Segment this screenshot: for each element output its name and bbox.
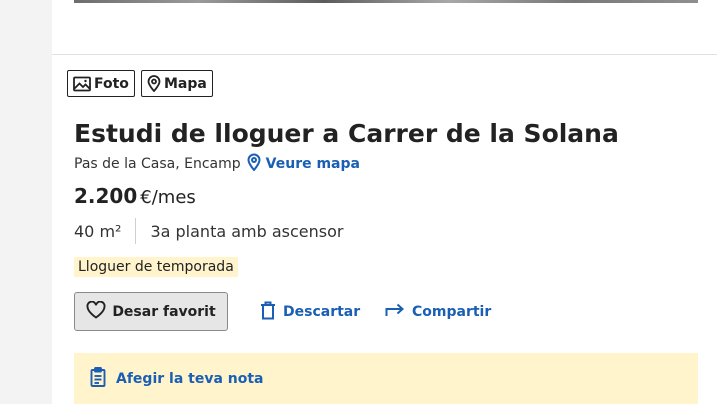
- view-map-label: Veure mapa: [265, 156, 360, 172]
- listing-tag: Lloguer de temporada: [74, 257, 238, 277]
- discard-label: Descartar: [283, 304, 361, 320]
- share-arrow-icon: [385, 303, 405, 321]
- divider: [52, 54, 717, 55]
- feature-area: 40 m²: [74, 221, 122, 241]
- add-note-button[interactable]: Afegir la teva nota: [74, 353, 698, 404]
- add-note-label: Afegir la teva nota: [116, 370, 264, 387]
- share-button[interactable]: Compartir: [385, 301, 491, 323]
- map-tab[interactable]: Mapa: [141, 70, 213, 97]
- map-tab-label: Mapa: [164, 75, 207, 92]
- feature-floor: 3a planta amb ascensor: [150, 221, 344, 241]
- location-text: Pas de la Casa, Encamp: [74, 156, 241, 172]
- listing-photo[interactable]: [74, 0, 698, 3]
- save-favorite-button[interactable]: Desar favorit: [74, 292, 228, 331]
- map-pin-icon: [247, 153, 261, 175]
- image-icon: [73, 76, 91, 92]
- listing-title[interactable]: Estudi de lloguer a Carrer de la Solana: [74, 119, 619, 148]
- photo-tab[interactable]: Foto: [67, 70, 135, 97]
- feature-separator: [135, 218, 137, 244]
- listing-price: 2.200 €/mes: [74, 184, 196, 208]
- save-favorite-label: Desar favorit: [112, 303, 216, 320]
- listing-location: Pas de la Casa, Encamp Veure mapa: [74, 153, 360, 175]
- price-unit: €/mes: [140, 187, 196, 208]
- discard-button[interactable]: Descartar: [260, 301, 360, 323]
- view-map-link[interactable]: Veure mapa: [247, 153, 360, 175]
- map-pin-icon: [147, 75, 161, 92]
- listing-card: Foto Mapa Estudi de lloguer a Carrer de …: [52, 0, 717, 404]
- photo-tab-label: Foto: [94, 75, 129, 92]
- listing-features: 40 m² 3a planta amb ascensor: [74, 218, 344, 244]
- trash-icon: [260, 301, 276, 324]
- heart-icon: [86, 300, 106, 323]
- price-amount: 2.200: [74, 184, 138, 208]
- clipboard-icon: [90, 366, 106, 391]
- share-label: Compartir: [412, 304, 492, 320]
